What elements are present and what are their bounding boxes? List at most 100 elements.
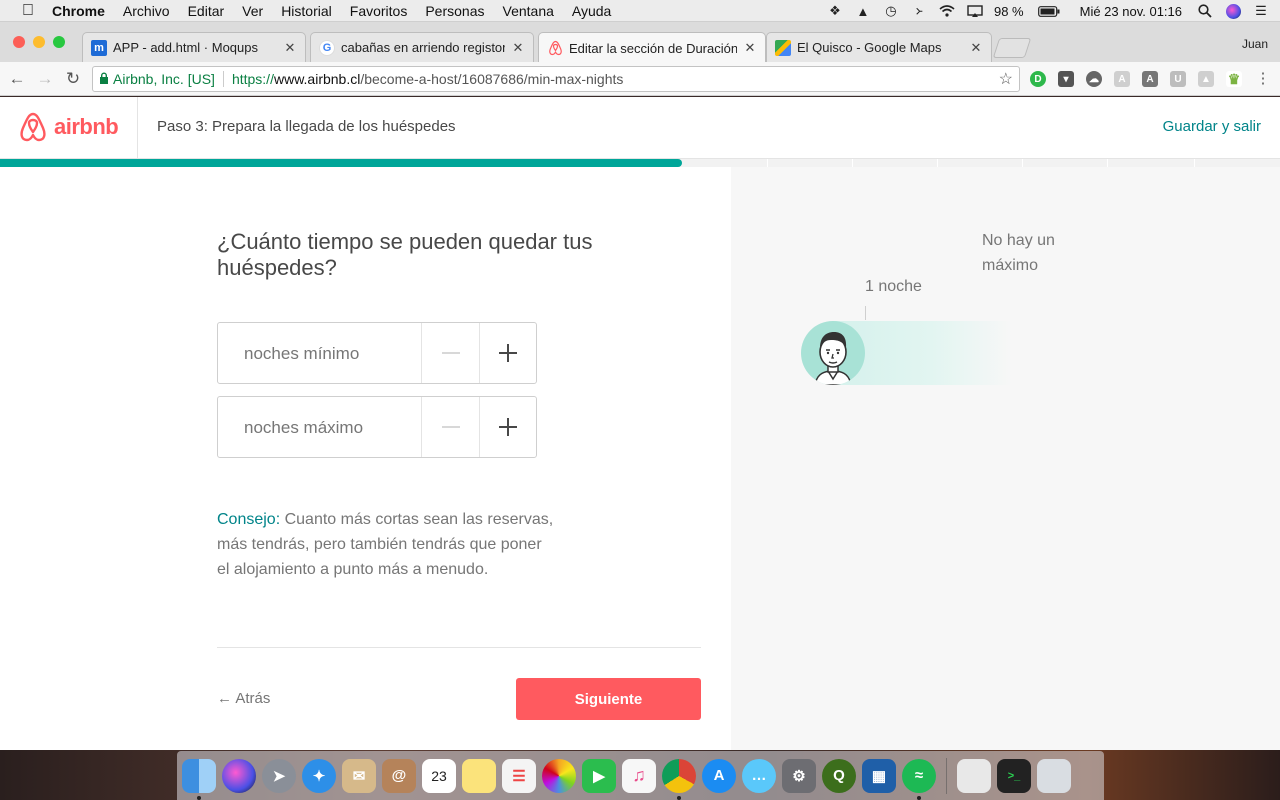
progress-segment-divider	[1107, 159, 1108, 167]
angular-dark-icon[interactable]: A	[1142, 71, 1158, 87]
menu-ver[interactable]: Ver	[242, 3, 263, 19]
menu-editar[interactable]: Editar	[188, 3, 225, 19]
max-nights-decrement-button[interactable]	[421, 397, 479, 457]
back-label: Atrás	[235, 690, 271, 707]
url-host: www.airbnb.cl	[273, 71, 361, 87]
minimize-window-button[interactable]	[33, 36, 45, 48]
dropbox-icon[interactable]: ❖	[826, 3, 844, 18]
contacts-icon[interactable]: @	[382, 758, 416, 793]
tab-moqups[interactable]: m APP - add.html · Moqups ✕	[82, 32, 306, 62]
finder-icon[interactable]	[182, 758, 216, 800]
siri-icon[interactable]	[1224, 3, 1242, 19]
address-bar[interactable]: Airbnb, Inc. [US] https:// www.airbnb.cl…	[92, 66, 1020, 92]
airplay-icon[interactable]	[966, 4, 984, 18]
airbnb-logo[interactable]: airbnb	[18, 111, 119, 143]
progress-segment-divider	[1022, 159, 1023, 167]
system-preferences-icon[interactable]: ⚙	[782, 758, 816, 793]
zoom-window-button[interactable]	[53, 36, 65, 48]
extension-green-icon[interactable]: D	[1030, 71, 1046, 87]
min-marker	[865, 306, 866, 320]
siri-icon[interactable]	[222, 758, 256, 793]
site-identity: Airbnb, Inc. [US]	[113, 71, 215, 87]
min-nights-stepper: noches mínimo	[217, 322, 537, 384]
downloads-icon[interactable]	[957, 758, 991, 793]
drive-icon[interactable]: ▲	[854, 4, 872, 19]
save-and-exit-link[interactable]: Guardar y salir	[1163, 118, 1261, 135]
sourcetree-icon[interactable]: ▦	[862, 758, 896, 793]
close-tab-icon[interactable]: ✕	[511, 40, 525, 56]
back-link[interactable]: ← Atrás	[217, 690, 270, 707]
google-icon: G	[319, 39, 335, 56]
close-tab-icon[interactable]: ✕	[969, 40, 983, 56]
drive-extension-icon[interactable]: ▲	[1198, 71, 1214, 87]
tab-google-maps[interactable]: El Quisco - Google Maps ✕	[766, 32, 992, 62]
safari-icon[interactable]: ✦	[302, 758, 336, 793]
dock: ➤ ✦ ✉ @ 23 ☰ ▶ ♫ A … ⚙ Q ▦ ≈ >_	[177, 751, 1104, 800]
notification-center-icon[interactable]: ☰	[1252, 3, 1270, 18]
facetime-icon[interactable]: ▶	[582, 758, 616, 793]
calendar-icon[interactable]: 23	[422, 758, 456, 793]
trash-icon[interactable]	[1037, 758, 1071, 793]
clock[interactable]: Mié 23 nov. 01:16	[1080, 4, 1182, 19]
spotlight-search-icon[interactable]	[1196, 4, 1214, 18]
tab-airbnb-edit[interactable]: Editar la sección de Duración d ✕	[538, 32, 766, 63]
crown-icon[interactable]: ♛	[1226, 71, 1242, 87]
footer-divider	[217, 647, 701, 648]
plus-icon	[499, 344, 517, 362]
qgis-icon[interactable]: Q	[822, 758, 856, 793]
terminal-icon[interactable]: >_	[997, 758, 1031, 793]
photos-icon[interactable]	[542, 758, 576, 793]
max-nights-increment-button[interactable]	[479, 397, 536, 457]
forward-arrow-icon[interactable]: →	[34, 68, 56, 90]
menu-ventana[interactable]: Ventana	[503, 3, 554, 19]
mail-icon[interactable]: ✉	[342, 758, 376, 793]
menu-archivo[interactable]: Archivo	[123, 3, 170, 19]
profile-name[interactable]: Juan	[1242, 37, 1268, 51]
progress-fill	[0, 159, 683, 167]
max-nights-stepper: noches máximo	[217, 396, 537, 458]
guest-avatar	[801, 321, 865, 385]
apple-icon[interactable]: 	[18, 2, 38, 20]
app-store-icon[interactable]: A	[702, 758, 736, 793]
reminders-icon[interactable]: ☰	[502, 758, 536, 793]
bookmark-star-icon[interactable]: ☆	[999, 69, 1013, 89]
close-tab-icon[interactable]: ✕	[283, 40, 297, 56]
progress-segment-divider	[852, 159, 853, 167]
wifi-icon[interactable]	[938, 4, 956, 18]
close-window-button[interactable]	[13, 36, 25, 48]
menu-ayuda[interactable]: Ayuda	[572, 3, 611, 19]
spotify-icon[interactable]: ≈	[902, 758, 936, 800]
next-button[interactable]: Siguiente	[516, 678, 701, 720]
messages-icon[interactable]: …	[742, 758, 776, 793]
max-nights-preview-label: No hay un máximo	[982, 232, 1055, 274]
step-title: Paso 3: Prepara la llegada de los huéspe…	[157, 118, 456, 135]
bluetooth-icon[interactable]: ᚛	[910, 3, 928, 18]
chrome-menu-icon[interactable]: ⋮	[1252, 68, 1274, 90]
moqups-icon: m	[91, 39, 107, 56]
angular-icon[interactable]: A	[1114, 71, 1130, 87]
mac-menu-bar:  Chrome Archivo Editar Ver Historial Fa…	[0, 0, 1280, 22]
menu-personas[interactable]: Personas	[425, 3, 484, 19]
tab-google-search[interactable]: G cabañas en arriendo registor - ✕	[310, 32, 534, 62]
url-path: /become-a-host/16087686/min-max-nights	[360, 71, 624, 87]
reload-icon[interactable]: ↻	[62, 68, 84, 90]
menu-app-name[interactable]: Chrome	[52, 3, 105, 19]
menu-favoritos[interactable]: Favoritos	[350, 3, 408, 19]
pocket-icon[interactable]: ▾	[1058, 71, 1074, 87]
menu-historial[interactable]: Historial	[281, 3, 332, 19]
new-tab-button[interactable]	[992, 38, 1032, 58]
time-machine-icon[interactable]: ◷	[882, 3, 900, 18]
cloud-icon[interactable]: ☁	[1086, 71, 1102, 87]
u-extension-icon[interactable]: U	[1170, 71, 1186, 87]
lock-icon	[99, 72, 109, 87]
back-arrow-icon[interactable]: ←	[6, 68, 28, 90]
min-nights-increment-button[interactable]	[479, 323, 536, 383]
close-tab-icon[interactable]: ✕	[743, 40, 757, 56]
min-nights-preview-label: 1 noche	[865, 278, 922, 295]
chrome-icon[interactable]	[662, 758, 696, 800]
battery-icon[interactable]	[1037, 4, 1060, 18]
launchpad-icon[interactable]: ➤	[262, 758, 296, 793]
min-nights-decrement-button[interactable]	[421, 323, 479, 383]
itunes-icon[interactable]: ♫	[622, 758, 656, 793]
notes-icon[interactable]	[462, 758, 496, 793]
